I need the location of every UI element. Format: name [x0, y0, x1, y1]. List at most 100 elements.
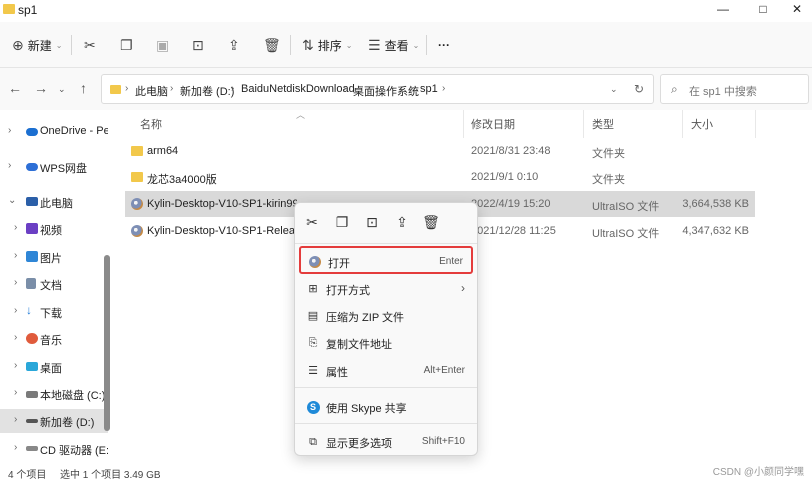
column-header-type[interactable]: 类型 [592, 116, 614, 132]
disc-image-icon [131, 198, 143, 210]
rename-icon: ⊡ [192, 36, 204, 53]
folder-icon [3, 4, 15, 14]
file-name: Kylin-Desktop-V10-SP1-Release-h... [147, 225, 297, 237]
column-header-name[interactable]: 名称 [140, 116, 162, 132]
expand-chevron-icon[interactable]: › [8, 160, 11, 171]
sidebar-item-onedrive[interactable]: › OneDrive - Pers [0, 120, 108, 144]
share-button[interactable]: ⇪ [228, 34, 240, 56]
search-box[interactable]: ⌕ 在 sp1 中搜索 [660, 74, 809, 104]
rename-button[interactable]: ⊡ [192, 34, 204, 56]
file-row-loongson[interactable]: 龙芯3a4000版 2021/9/1 0:10 文件夹 [125, 164, 755, 190]
expand-chevron-icon[interactable]: › [14, 387, 17, 398]
sidebar-item-documents[interactable]: › 文档 [0, 272, 108, 296]
sidebar-scrollbar[interactable] [104, 255, 110, 431]
up-arrow-icon[interactable]: ↑ [80, 80, 87, 96]
breadcrumb-separator: › [410, 83, 414, 94]
delete-button[interactable]: 🗑 [263, 34, 281, 56]
collapse-chevron-icon[interactable]: ⌄ [8, 195, 16, 206]
column-divider[interactable] [583, 110, 584, 138]
expand-chevron-icon[interactable]: › [14, 442, 17, 453]
folder-icon [131, 172, 143, 182]
view-button[interactable]: ☰ 查看 ⌄ [368, 34, 419, 56]
expand-chevron-icon[interactable]: › [8, 125, 11, 136]
file-size: 4,347,632 KB [682, 225, 749, 237]
paste-button[interactable]: ▣ [156, 34, 169, 56]
submenu-chevron-icon: › [461, 281, 465, 295]
more-options-button[interactable]: ··· [438, 34, 450, 56]
cut-icon[interactable]: ✂ [303, 214, 321, 232]
sidebar-item-downloads[interactable]: › ↓ 下载 [0, 300, 108, 324]
copy-icon[interactable]: ❐ [333, 214, 351, 232]
menu-item-copy-path[interactable]: ⎘ 复制文件地址 [299, 329, 473, 357]
sidebar-item-desktop[interactable]: › 桌面 [0, 355, 108, 379]
new-button[interactable]: ⊕ 新建 ⌄ [12, 34, 62, 56]
sidebar-item-label: 视频 [40, 225, 62, 237]
command-bar: ⊕ 新建 ⌄ ✂ ❐ ▣ ⊡ ⇪ 🗑 ⇅ 排序 ⌄ ☰ 查看 ⌄ ··· [0, 22, 812, 68]
toolbar-divider [71, 35, 72, 55]
copy-button[interactable]: ❐ [120, 34, 133, 56]
menu-item-show-more-options[interactable]: ⧉ 显示更多选项 Shift+F10 [299, 428, 473, 456]
sidebar-item-label: 图片 [40, 253, 62, 265]
menu-item-properties[interactable]: ☰ 属性 Alt+Enter [299, 357, 473, 385]
cut-button[interactable]: ✂ [84, 34, 96, 56]
address-history-chevron-icon[interactable]: ⌄ [610, 84, 618, 95]
share-icon[interactable]: ⇪ [393, 214, 411, 232]
column-divider[interactable] [755, 110, 756, 138]
disc-image-icon [308, 255, 322, 269]
address-bar[interactable]: › 此电脑 › 新加卷 (D:) › BaiduNetdiskDownload … [101, 74, 654, 104]
breadcrumb-baidunetdiskdownload[interactable]: BaiduNetdiskDownload [241, 83, 355, 95]
recent-chevron-icon[interactable]: ⌄ [58, 84, 66, 95]
expand-chevron-icon[interactable]: › [14, 222, 17, 233]
refresh-icon[interactable]: ↻ [634, 82, 644, 96]
expand-chevron-icon[interactable]: › [14, 250, 17, 261]
close-button[interactable]: ✕ [782, 0, 812, 20]
file-type: 文件夹 [592, 174, 625, 186]
trash-icon[interactable]: 🗑 [422, 214, 440, 232]
sidebar-item-videos[interactable]: › 视频 [0, 217, 108, 241]
file-date: 2021/8/31 23:48 [471, 145, 551, 157]
sidebar-item-drive-c[interactable]: › 本地磁盘 (C:) [0, 382, 108, 406]
menu-item-compress-zip[interactable]: ▤ 压缩为 ZIP 文件 [299, 302, 473, 330]
hard-drive-icon [26, 419, 38, 423]
copy-icon: ❐ [120, 36, 133, 53]
menu-item-share-skype[interactable]: S 使用 Skype 共享 [299, 393, 473, 421]
menu-item-shortcut: Enter [439, 256, 463, 267]
breadcrumb-sp1[interactable]: sp1 [420, 83, 438, 95]
sidebar-item-drive-d[interactable]: › 新加卷 (D:) [0, 409, 108, 433]
video-icon [26, 223, 38, 234]
download-arrow-icon: ↓ [26, 303, 32, 317]
column-header-date[interactable]: 修改日期 [471, 116, 515, 132]
file-row-arm64[interactable]: arm64 2021/8/31 23:48 文件夹 [125, 138, 755, 164]
sort-button[interactable]: ⇅ 排序 ⌄ [302, 34, 352, 56]
plus-circle-icon: ⊕ [12, 36, 24, 53]
menu-item-open[interactable]: 打开 Enter [299, 246, 473, 274]
cloud-icon [26, 163, 38, 171]
sidebar-item-pictures[interactable]: › 图片 [0, 245, 108, 269]
expand-chevron-icon[interactable]: › [14, 277, 17, 288]
menu-item-open-with[interactable]: ⊞ 打开方式 › [299, 275, 473, 303]
file-type: 文件夹 [592, 148, 625, 160]
column-header-size[interactable]: 大小 [691, 116, 713, 132]
sidebar-item-drive-e[interactable]: › CD 驱动器 (E:) [0, 437, 108, 461]
expand-chevron-icon[interactable]: › [14, 414, 17, 425]
sidebar-item-wps[interactable]: › WPS网盘 [0, 155, 108, 179]
menu-divider [295, 387, 477, 388]
sidebar-item-label: 桌面 [40, 363, 62, 375]
rename-icon[interactable]: ⊡ [363, 214, 381, 232]
column-divider[interactable] [682, 110, 683, 138]
forward-arrow-icon[interactable]: → [34, 80, 48, 96]
sidebar-item-music[interactable]: › 音乐 [0, 327, 108, 351]
minimize-button[interactable]: — [708, 0, 738, 20]
search-placeholder: 在 sp1 中搜索 [689, 86, 757, 98]
expand-chevron-icon[interactable]: › [14, 332, 17, 343]
back-arrow-icon[interactable]: ← [8, 80, 22, 96]
expand-chevron-icon[interactable]: › [14, 305, 17, 316]
breadcrumb-this-pc[interactable]: 此电脑 [135, 83, 168, 99]
file-date: 2021/9/1 0:10 [471, 171, 539, 183]
expand-chevron-icon[interactable]: › [14, 360, 17, 371]
column-divider[interactable] [463, 110, 464, 138]
breadcrumb-drive-d[interactable]: 新加卷 (D:) [180, 83, 234, 99]
music-icon [26, 333, 38, 344]
maximize-button[interactable]: □ [748, 0, 778, 20]
sidebar-item-this-pc[interactable]: ⌄ 此电脑 [0, 190, 108, 214]
